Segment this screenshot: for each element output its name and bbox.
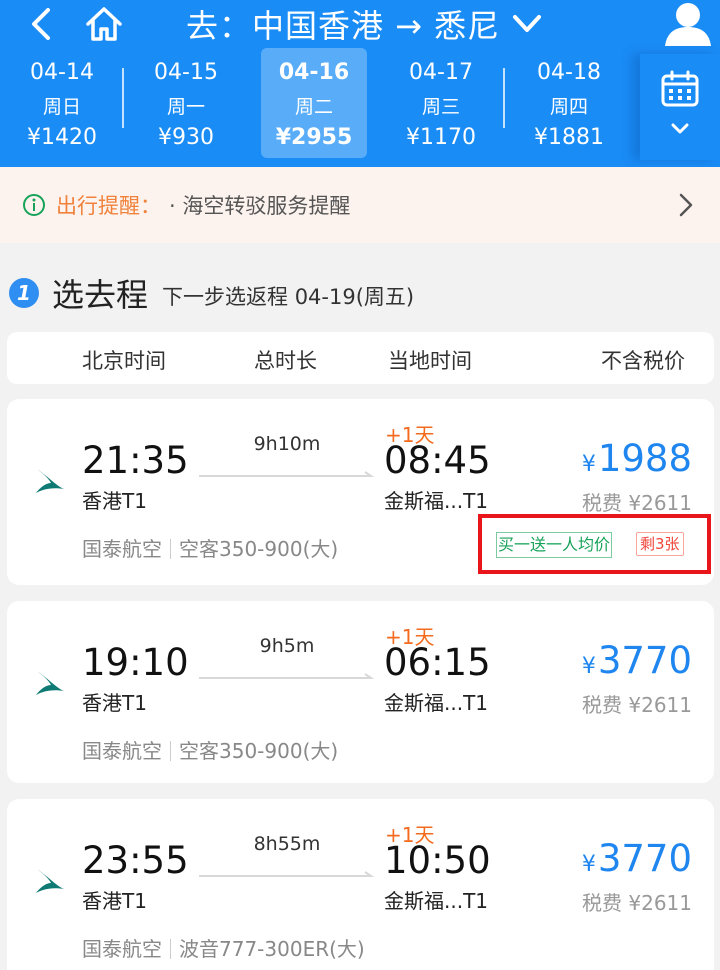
route-title: 去：中国香港 → 悉尼 [186,7,501,45]
date-strip: 04-14 周日 ¥1420 04-15 周一 ¥930 04-16 周二 ¥2… [0,46,628,162]
date-item[interactable]: 04-17 周三 ¥1170 [388,48,494,158]
step-title: 选去程 [52,276,149,314]
date-item[interactable]: 04-15 周一 ¥930 [133,48,239,158]
user-avatar-icon[interactable] [662,0,714,48]
arrival-airport: 金斯福...T1 [384,691,489,715]
airline-info: 国泰航空 波音777-300ER(大) [82,933,365,962]
duration-line [199,471,374,477]
col-local-time[interactable]: 当地时间 [388,345,472,375]
calendar-icon [661,70,699,107]
flight-duration: 9h5m [259,635,315,657]
divider [170,539,171,559]
flight-price: ¥3770 [582,837,692,880]
date-item[interactable]: 04-18 周四 ¥1881 [516,48,622,158]
date-item-selected[interactable]: 04-16 周二 ¥2955 [261,48,367,158]
weekday-label: 周三 [421,95,460,118]
chevron-right-icon [679,193,693,217]
arrival-time: 06:15 [384,641,491,684]
departure-time: 21:35 [82,439,189,482]
flight-card[interactable]: 19:10 香港T1 9h5m +1天 06:15 金斯福...T1 ¥3770… [7,601,714,783]
departure-time: 23:55 [82,839,189,882]
weekday-label: 周日 [42,95,81,118]
flight-duration: 8h55m [253,833,321,855]
weekday-label: 周四 [549,95,588,118]
airline-name: 国泰航空 [82,739,162,763]
cathay-pacific-logo-icon [34,669,64,695]
flight-duration: 9h10m [253,433,321,455]
col-beijing-time[interactable]: 北京时间 [82,345,166,375]
notice-label: 出行提醒： [56,194,161,218]
duration-line [199,871,374,877]
airline-info: 国泰航空 空客350-900(大) [82,533,338,562]
notice-text: · 海空转驳服务提醒 [169,194,351,218]
date-price: ¥1170 [406,125,476,150]
svg-text:1: 1 [17,281,31,305]
arrival-time: 08:45 [384,439,491,482]
date-label: 04-18 [537,60,601,85]
aircraft-type: 波音777-300ER(大) [179,937,365,961]
date-label: 04-15 [154,60,218,85]
weekday-label: 周一 [166,95,205,118]
duration-line [199,673,374,679]
seats-left-badge: 剩3张 [636,532,684,556]
aircraft-type: 空客350-900(大) [179,537,339,561]
price-value: 3770 [597,837,692,880]
header-bar: 去：中国香港 → 悉尼 04-14 周日 ¥1420 04-15 周一 ¥930… [0,0,720,167]
next-step-hint: 下一步选返程 04-19(周五) [162,285,415,309]
col-price[interactable]: 不含税价 [601,345,685,375]
arrival-time: 10:50 [384,839,491,882]
chevron-down-icon [513,15,542,32]
date-price: ¥930 [158,125,214,150]
date-divider [122,68,124,128]
departure-airport: 香港T1 [82,691,147,715]
weekday-label: 周二 [294,95,333,118]
airline-info: 国泰航空 空客350-900(大) [82,735,338,764]
date-label: 04-17 [409,60,473,85]
price-value: 3770 [597,639,692,682]
date-price: ¥1420 [27,125,97,150]
route-selector[interactable]: 去：中国香港 → 悉尼 [186,2,544,46]
flight-card[interactable]: 23:55 香港T1 8h55m +1天 10:50 金斯福...T1 ¥377… [7,799,714,970]
column-header: 北京时间 总时长 当地时间 不含税价 [7,332,714,384]
travel-notice-banner[interactable]: 出行提醒： · 海空转驳服务提醒 [0,167,720,243]
date-price: ¥2955 [275,125,353,150]
flight-card[interactable]: 21:35 香港T1 9h10m +1天 08:45 金斯福...T1 ¥198… [7,399,714,585]
currency-symbol: ¥ [581,452,596,477]
home-icon[interactable] [82,2,126,46]
departure-airport: 香港T1 [82,489,147,513]
divider [170,939,171,959]
date-label: 04-14 [30,60,94,85]
info-icon [23,194,45,216]
tax-amount: 税费 ¥2611 [582,693,692,717]
divider [170,741,171,761]
currency-symbol: ¥ [581,852,596,877]
aircraft-type: 空客350-900(大) [179,739,339,763]
date-divider [503,68,505,128]
date-price: ¥1881 [534,125,604,150]
arrival-airport: 金斯福...T1 [384,889,489,913]
date-item[interactable]: 04-14 周日 ¥1420 [9,48,115,158]
cathay-pacific-logo-icon [34,867,64,893]
chevron-down-icon [671,123,689,134]
tax-amount: 税费 ¥2611 [582,491,692,515]
departure-time: 19:10 [82,641,189,684]
flight-price: ¥1988 [582,437,692,480]
step-header: 1 选去程 下一步选返程 04-19(周五) [8,268,414,318]
price-value: 1988 [597,437,692,480]
date-label: 04-16 [278,60,350,85]
step-number-icon: 1 [9,278,39,308]
cathay-pacific-logo-icon [34,467,64,493]
col-duration[interactable]: 总时长 [254,345,317,375]
calendar-button[interactable] [640,54,720,160]
airline-name: 国泰航空 [82,937,162,961]
promo-tag: 买一送一人均价 [496,532,613,558]
back-arrow-icon[interactable] [22,4,62,44]
flight-price: ¥3770 [582,639,692,682]
promo-highlight: 买一送一人均价 剩3张 [478,514,711,574]
tax-amount: 税费 ¥2611 [582,891,692,915]
currency-symbol: ¥ [581,654,596,679]
airline-name: 国泰航空 [82,537,162,561]
arrival-airport: 金斯福...T1 [384,489,489,513]
departure-airport: 香港T1 [82,889,147,913]
